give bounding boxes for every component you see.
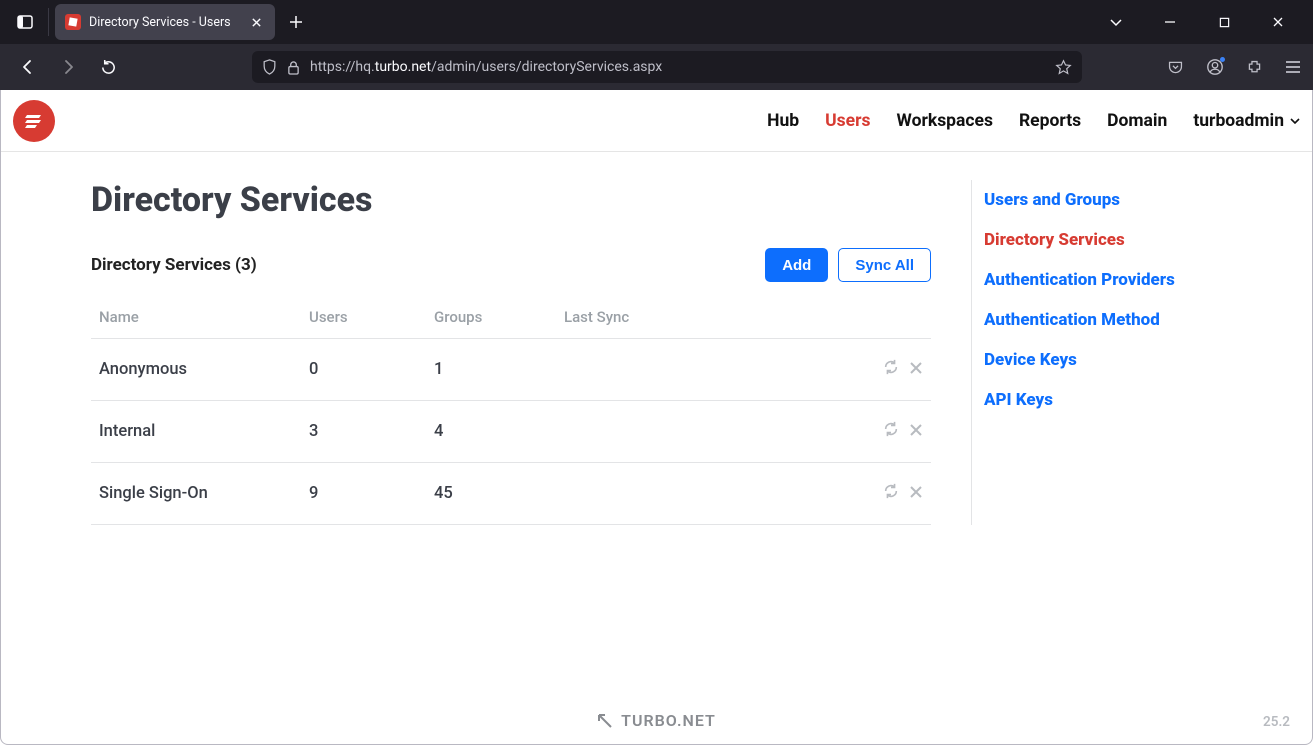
col-actions	[851, 296, 931, 339]
sidenav-item[interactable]: Authentication Providers	[984, 260, 1175, 300]
tab-title: Directory Services - Users	[89, 15, 239, 30]
cell-users: 0	[301, 339, 426, 401]
url-text: https://hq.turbo.net/admin/users/directo…	[310, 59, 662, 75]
nav-domain[interactable]: Domain	[1107, 111, 1167, 131]
page-title: Directory Services	[91, 180, 931, 220]
table-row[interactable]: Single Sign-On945	[91, 463, 931, 525]
cell-lastsync	[556, 463, 851, 525]
cell-users: 3	[301, 401, 426, 463]
back-button[interactable]	[12, 51, 44, 83]
cell-lastsync	[556, 401, 851, 463]
window-maximize-button[interactable]	[1209, 7, 1239, 37]
browser-chrome: Directory Services - Users	[0, 0, 1313, 90]
table-row[interactable]: Anonymous01	[91, 339, 931, 401]
forward-button[interactable]	[52, 51, 84, 83]
cell-groups: 1	[426, 339, 556, 401]
caret-down-icon	[1290, 118, 1300, 124]
nav-user-menu[interactable]: turboadmin	[1193, 111, 1300, 131]
nav-users[interactable]: Users	[825, 111, 870, 131]
pocket-icon[interactable]	[1167, 59, 1184, 76]
lock-icon[interactable]	[287, 60, 300, 75]
tracking-shield-icon[interactable]	[262, 59, 277, 75]
row-sync-button[interactable]	[883, 359, 899, 375]
add-button[interactable]: Add	[765, 248, 828, 282]
turbo-mark-icon	[597, 713, 613, 729]
footer-brand: TURBO.NET	[1, 711, 1312, 730]
nav-hub[interactable]: Hub	[767, 111, 799, 131]
cell-name: Single Sign-On	[91, 463, 301, 525]
sidebar-toggle-button[interactable]	[8, 5, 42, 39]
row-delete-button[interactable]	[909, 361, 923, 375]
sidenav-item[interactable]: API Keys	[984, 380, 1175, 420]
version-label: 25.2	[1263, 714, 1290, 730]
app-menu-button[interactable]	[1285, 60, 1301, 74]
directory-services-table: Name Users Groups Last Sync Anonymous01I…	[91, 296, 931, 525]
top-nav: Hub Users Workspaces Reports Domain turb…	[767, 111, 1300, 131]
nav-user-label: turboadmin	[1193, 111, 1284, 131]
sidenav-item[interactable]: Directory Services	[984, 220, 1175, 260]
browser-tabbar: Directory Services - Users	[0, 0, 1313, 44]
row-sync-button[interactable]	[883, 483, 899, 499]
sidenav-item[interactable]: Authentication Method	[984, 300, 1175, 340]
browser-tab[interactable]: Directory Services - Users	[55, 4, 275, 40]
col-name: Name	[91, 296, 301, 339]
tabs-dropdown-button[interactable]	[1101, 7, 1131, 37]
browser-toolbar: https://hq.turbo.net/admin/users/directo…	[0, 44, 1313, 90]
cell-name: Internal	[91, 401, 301, 463]
account-icon[interactable]	[1206, 58, 1224, 76]
row-sync-button[interactable]	[883, 421, 899, 437]
content: Directory Services Directory Services (3…	[1, 152, 1312, 525]
turbo-favicon	[65, 14, 81, 30]
cell-groups: 45	[426, 463, 556, 525]
extensions-icon[interactable]	[1246, 59, 1263, 76]
list-title: Directory Services (3)	[91, 255, 257, 275]
tab-close-button[interactable]	[247, 13, 265, 31]
nav-reports[interactable]: Reports	[1019, 111, 1081, 131]
nav-workspaces[interactable]: Workspaces	[897, 111, 993, 131]
col-lastsync: Last Sync	[556, 296, 851, 339]
cell-users: 9	[301, 463, 426, 525]
separator	[48, 8, 49, 36]
toolbar-right	[1167, 58, 1301, 76]
window-close-button[interactable]	[1263, 7, 1293, 37]
cell-lastsync	[556, 339, 851, 401]
sync-all-button[interactable]: Sync All	[838, 248, 931, 282]
sidenav-item[interactable]: Users and Groups	[984, 180, 1175, 220]
row-delete-button[interactable]	[909, 485, 923, 499]
cell-name: Anonymous	[91, 339, 301, 401]
list-header: Directory Services (3) Add Sync All	[91, 248, 931, 282]
address-bar[interactable]: https://hq.turbo.net/admin/users/directo…	[252, 51, 1082, 83]
window-controls	[1101, 7, 1305, 37]
col-groups: Groups	[426, 296, 556, 339]
table-row[interactable]: Internal34	[91, 401, 931, 463]
turbo-logo[interactable]	[13, 100, 55, 142]
main-panel: Directory Services Directory Services (3…	[91, 180, 931, 525]
site-header: Hub Users Workspaces Reports Domain turb…	[1, 90, 1312, 152]
new-tab-button[interactable]	[281, 7, 311, 37]
row-delete-button[interactable]	[909, 423, 923, 437]
bookmark-star-icon[interactable]	[1055, 59, 1072, 76]
window-minimize-button[interactable]	[1155, 7, 1185, 37]
reload-button[interactable]	[92, 51, 124, 83]
sidenav-item[interactable]: Device Keys	[984, 340, 1175, 380]
side-nav: Users and GroupsDirectory ServicesAuthen…	[971, 180, 1175, 525]
col-users: Users	[301, 296, 426, 339]
cell-groups: 4	[426, 401, 556, 463]
page-viewport: Hub Users Workspaces Reports Domain turb…	[0, 90, 1313, 745]
